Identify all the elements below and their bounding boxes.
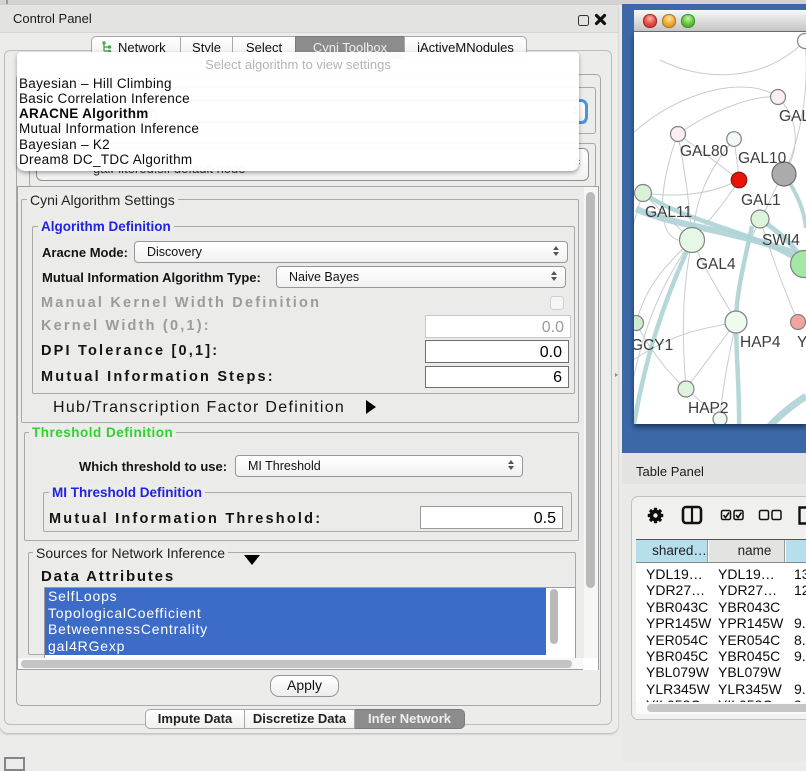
svg-text:SWI4: SWI4 [762, 232, 800, 249]
svg-text:GAL80: GAL80 [680, 143, 729, 160]
svg-text:GAL1: GAL1 [741, 192, 781, 209]
svg-text:HAP2: HAP2 [688, 400, 729, 417]
svg-text:GAL10: GAL10 [738, 150, 787, 167]
svg-text:GAL4: GAL4 [696, 256, 736, 273]
svg-text:GAL11: GAL11 [645, 204, 692, 221]
svg-text:GAL: GAL [779, 108, 806, 125]
svg-text:HAP4: HAP4 [740, 334, 781, 351]
svg-text:Y: Y [797, 334, 806, 351]
svg-text:GCY1: GCY1 [634, 337, 673, 354]
